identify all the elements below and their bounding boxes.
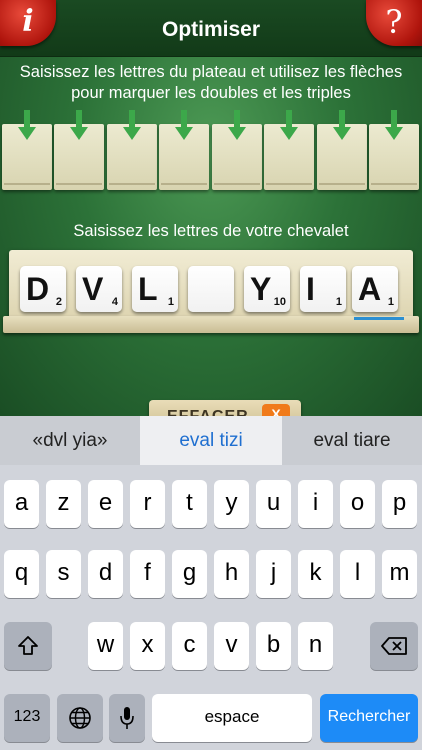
board-slot[interactable] [369, 108, 419, 192]
suggestion-3[interactable]: eval tiare [282, 416, 422, 465]
key-b[interactable]: b [256, 622, 291, 670]
key-l[interactable]: l [340, 550, 375, 598]
key-k[interactable]: k [298, 550, 333, 598]
down-arrow-icon[interactable] [175, 110, 193, 142]
key-a[interactable]: a [4, 480, 39, 528]
key-q[interactable]: q [4, 550, 39, 598]
key-r[interactable]: r [130, 480, 165, 528]
board-slot[interactable] [264, 108, 314, 192]
key-h[interactable]: h [214, 550, 249, 598]
tile-points: 2 [55, 296, 62, 308]
suggestion-2[interactable]: eval tizi [140, 416, 282, 465]
space-key[interactable]: espace [152, 694, 312, 742]
text-cursor [354, 317, 404, 320]
rack-tile-empty[interactable] [188, 266, 234, 312]
globe-key[interactable] [57, 694, 103, 742]
key-e[interactable]: e [88, 480, 123, 528]
globe-icon [69, 707, 91, 729]
down-arrow-icon[interactable] [385, 110, 403, 142]
key-v[interactable]: v [214, 622, 249, 670]
key-w[interactable]: w [88, 622, 123, 670]
tile-letter: I [306, 271, 315, 307]
rack-tile[interactable]: V 4 [76, 266, 122, 312]
board-slot[interactable] [212, 108, 262, 192]
tile-letter: Y [250, 271, 272, 307]
rack-tile[interactable]: L 1 [132, 266, 178, 312]
board-slot[interactable] [159, 108, 209, 192]
down-arrow-icon[interactable] [280, 110, 298, 142]
page-title: Optimiser [161, 18, 261, 41]
down-arrow-icon[interactable] [123, 110, 141, 142]
key-t[interactable]: t [172, 480, 207, 528]
tile-letter: D [26, 271, 50, 307]
key-x[interactable]: x [130, 622, 165, 670]
key-d[interactable]: d [88, 550, 123, 598]
board-slot[interactable] [54, 108, 104, 192]
rack-tile[interactable]: A 1 [352, 266, 404, 320]
key-o[interactable]: o [340, 480, 375, 528]
down-arrow-icon[interactable] [70, 110, 88, 142]
down-arrow-icon[interactable] [333, 110, 351, 142]
tile-points: 1 [387, 296, 394, 308]
tile-points: 4 [111, 296, 118, 308]
tile-points: 1 [335, 296, 342, 308]
board-instruction: Saisissez les lettres du plateau et util… [19, 63, 403, 102]
key-f[interactable]: f [130, 550, 165, 598]
search-key[interactable]: Rechercher [320, 694, 418, 742]
key-j[interactable]: j [256, 550, 291, 598]
rack-tile[interactable]: Y 10 [244, 266, 290, 312]
board-row [2, 108, 420, 192]
microphone-key[interactable] [109, 694, 145, 742]
down-arrow-icon[interactable] [18, 110, 36, 142]
key-z[interactable]: z [46, 480, 81, 528]
key-c[interactable]: c [172, 622, 207, 670]
board-slot[interactable] [317, 108, 367, 192]
rack-tile[interactable]: D 2 [20, 266, 66, 312]
tile-letter: L [138, 271, 158, 307]
board-slot[interactable] [107, 108, 157, 192]
backspace-icon [381, 637, 407, 655]
keyboard: «dvl yia» eval tizi eval tiare a z e r t… [0, 416, 422, 750]
key-i[interactable]: i [298, 480, 333, 528]
rack-instruction: Saisissez les lettres de votre chevalet [73, 222, 349, 240]
shift-icon [18, 636, 38, 655]
suggestion-bar: «dvl yia» eval tizi eval tiare [0, 416, 422, 465]
tile-points: 1 [167, 296, 174, 308]
microphone-icon [120, 707, 134, 729]
down-arrow-icon[interactable] [228, 110, 246, 142]
key-u[interactable]: u [256, 480, 291, 528]
tile-letter: V [82, 271, 104, 307]
suggestion-1[interactable]: «dvl yia» [0, 416, 140, 465]
key-p[interactable]: p [382, 480, 417, 528]
board-slot[interactable] [2, 108, 52, 192]
key-y[interactable]: y [214, 480, 249, 528]
backspace-key[interactable] [370, 622, 418, 670]
key-s[interactable]: s [46, 550, 81, 598]
shift-key[interactable] [4, 622, 52, 670]
rack-tile[interactable]: I 1 [300, 266, 346, 312]
tile-points: 10 [273, 296, 286, 308]
tile-letter: A [358, 271, 382, 307]
key-m[interactable]: m [382, 550, 417, 598]
key-n[interactable]: n [298, 622, 333, 670]
numbers-key[interactable]: 123 [4, 694, 50, 742]
key-g[interactable]: g [172, 550, 207, 598]
